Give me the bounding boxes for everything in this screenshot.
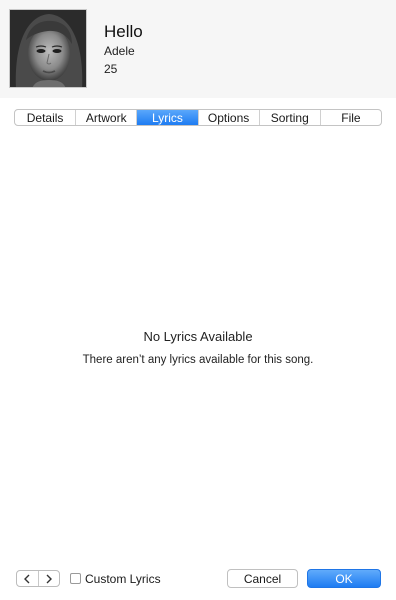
tab-options[interactable]: Options <box>199 110 260 125</box>
no-lyrics-message: There aren’t any lyrics available for th… <box>82 354 314 366</box>
album-artwork-image <box>10 10 86 87</box>
tab-file[interactable]: File <box>321 110 381 125</box>
album-artwork[interactable] <box>9 9 87 88</box>
song-info-window: Hello Adele 25 Details Artwork Lyrics Op… <box>0 0 396 600</box>
ok-button[interactable]: OK <box>307 569 381 588</box>
custom-lyrics-label[interactable]: Custom Lyrics <box>85 572 161 586</box>
song-title: Hello <box>104 22 143 41</box>
tab-artwork[interactable]: Artwork <box>76 110 138 125</box>
next-track-button[interactable] <box>39 571 60 586</box>
song-header: Hello Adele 25 <box>0 0 396 98</box>
previous-track-button[interactable] <box>17 571 39 586</box>
tab-lyrics[interactable]: Lyrics <box>137 110 199 125</box>
track-navigation <box>16 570 60 587</box>
chevron-left-icon <box>24 574 30 583</box>
tab-sorting[interactable]: Sorting <box>260 110 321 125</box>
cancel-button[interactable]: Cancel <box>227 569 298 588</box>
song-artist: Adele <box>104 44 135 58</box>
song-album: 25 <box>104 62 118 76</box>
chevron-right-icon <box>46 574 52 583</box>
no-lyrics-title: No Lyrics Available <box>143 329 253 344</box>
tab-details[interactable]: Details <box>15 110 77 125</box>
info-tab-bar: Details Artwork Lyrics Options Sorting F… <box>14 109 382 126</box>
custom-lyrics-checkbox[interactable] <box>70 573 81 584</box>
